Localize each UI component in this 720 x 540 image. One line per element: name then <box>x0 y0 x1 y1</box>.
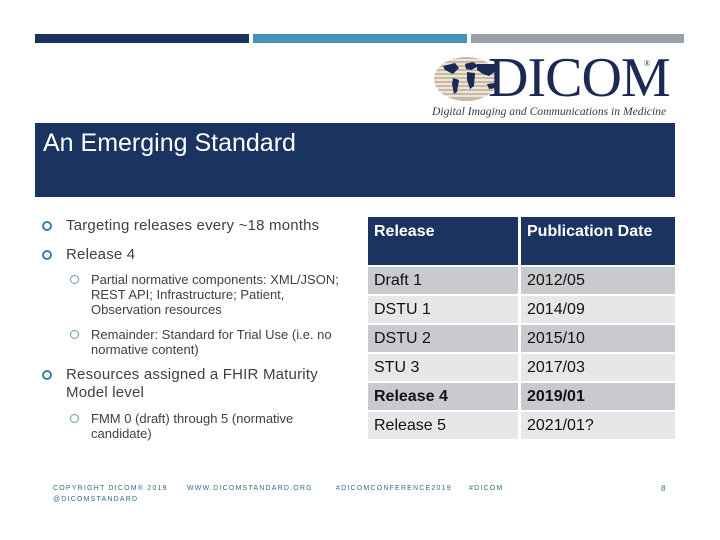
copyright-text: COPYRIGHT DICOM® 2019 <box>53 485 168 492</box>
logo-wordmark: DICOM <box>488 47 671 109</box>
footer-hashtag-conference: #DICOMCONFERENCE2019 <box>336 485 452 492</box>
bullet-circle-icon <box>42 250 52 260</box>
bullet-text: Resources assigned a FHIR Maturity Model… <box>66 366 318 401</box>
bullet-text: Targeting releases every ~18 months <box>66 217 320 234</box>
cell-release: Release 5 <box>368 412 518 439</box>
cell-publication-date: 2015/10 <box>521 325 675 352</box>
sub-bullet-text: FMM 0 (draft) through 5 (normative candi… <box>91 411 294 441</box>
sub-bullet-item: Partial normative components: XML/JSON; … <box>40 272 355 317</box>
table-row: Release 5 2021/01? <box>368 412 675 439</box>
sub-bullet-circle-icon <box>70 275 79 284</box>
logo-tagline: Digital Imaging and Communications in Me… <box>432 105 667 118</box>
cell-release: DSTU 1 <box>368 296 518 323</box>
bullet-circle-icon <box>42 221 52 231</box>
cell-release: Release 4 <box>368 383 518 410</box>
cell-publication-date: 2012/05 <box>521 267 675 294</box>
page-number: 8 <box>661 484 666 493</box>
sub-bullet-text: Remainder: Standard for Trial Use (i.e. … <box>91 327 332 357</box>
footer-website-link[interactable]: WWW.DICOMSTANDARD.ORG <box>187 483 313 494</box>
bullet-item: Targeting releases every ~18 months <box>40 217 355 235</box>
footer-copyright: COPYRIGHT DICOM® 2019 @DICOMSTANDARD <box>53 483 168 505</box>
sub-bullet-text: Partial normative components: XML/JSON; … <box>91 272 339 317</box>
cell-publication-date: 2021/01? <box>521 412 675 439</box>
header-publication-date: Publication Date <box>521 217 675 265</box>
table-row: Release 4 2019/01 <box>368 383 675 410</box>
sub-bullet-circle-icon <box>70 414 79 423</box>
sub-bullet-circle-icon <box>70 330 79 339</box>
cell-release: STU 3 <box>368 354 518 381</box>
title-bar: An Emerging Standard <box>35 123 675 197</box>
table-body: Draft 1 2012/05 DSTU 1 2014/09 DSTU 2 2015/10… <box>368 267 675 439</box>
registered-mark: ® <box>644 59 651 68</box>
cell-release: DSTU 2 <box>368 325 518 352</box>
header-release: Release <box>368 217 518 265</box>
header-stripe-navy <box>35 34 249 43</box>
table-row: Draft 1 2012/05 <box>368 267 675 294</box>
release-table: Release Publication Date Draft 1 2012/05 D… <box>368 217 675 441</box>
cell-publication-date: 2014/09 <box>521 296 675 323</box>
sub-bullet-item: FMM 0 (draft) through 5 (normative candi… <box>40 411 355 441</box>
footer-hashtag: #DICOM <box>469 485 504 492</box>
header-stripe-gray <box>471 34 684 43</box>
cell-release: Draft 1 <box>368 267 518 294</box>
table-header-row: Release Publication Date <box>368 217 675 265</box>
sub-bullet-item: Remainder: Standard for Trial Use (i.e. … <box>40 327 355 357</box>
dicom-logo: DICOM ® Digital Imaging and Communicatio… <box>430 48 671 124</box>
table-row: DSTU 2 2015/10 <box>368 325 675 352</box>
table-row: STU 3 2017/03 <box>368 354 675 381</box>
bullet-item: Resources assigned a FHIR Maturity Model… <box>40 366 355 402</box>
header-stripe-blue <box>253 34 467 43</box>
cell-publication-date: 2017/03 <box>521 354 675 381</box>
bullet-list: Targeting releases every ~18 months Rele… <box>40 217 355 451</box>
table-row: DSTU 1 2014/09 <box>368 296 675 323</box>
twitter-handle: @DICOMSTANDARD <box>53 496 139 503</box>
slide-title: An Emerging Standard <box>43 129 296 157</box>
cell-publication-date: 2019/01 <box>521 383 675 410</box>
bullet-circle-icon <box>42 370 52 380</box>
bullet-text: Release 4 <box>66 246 136 263</box>
bullet-item: Release 4 <box>40 246 355 264</box>
